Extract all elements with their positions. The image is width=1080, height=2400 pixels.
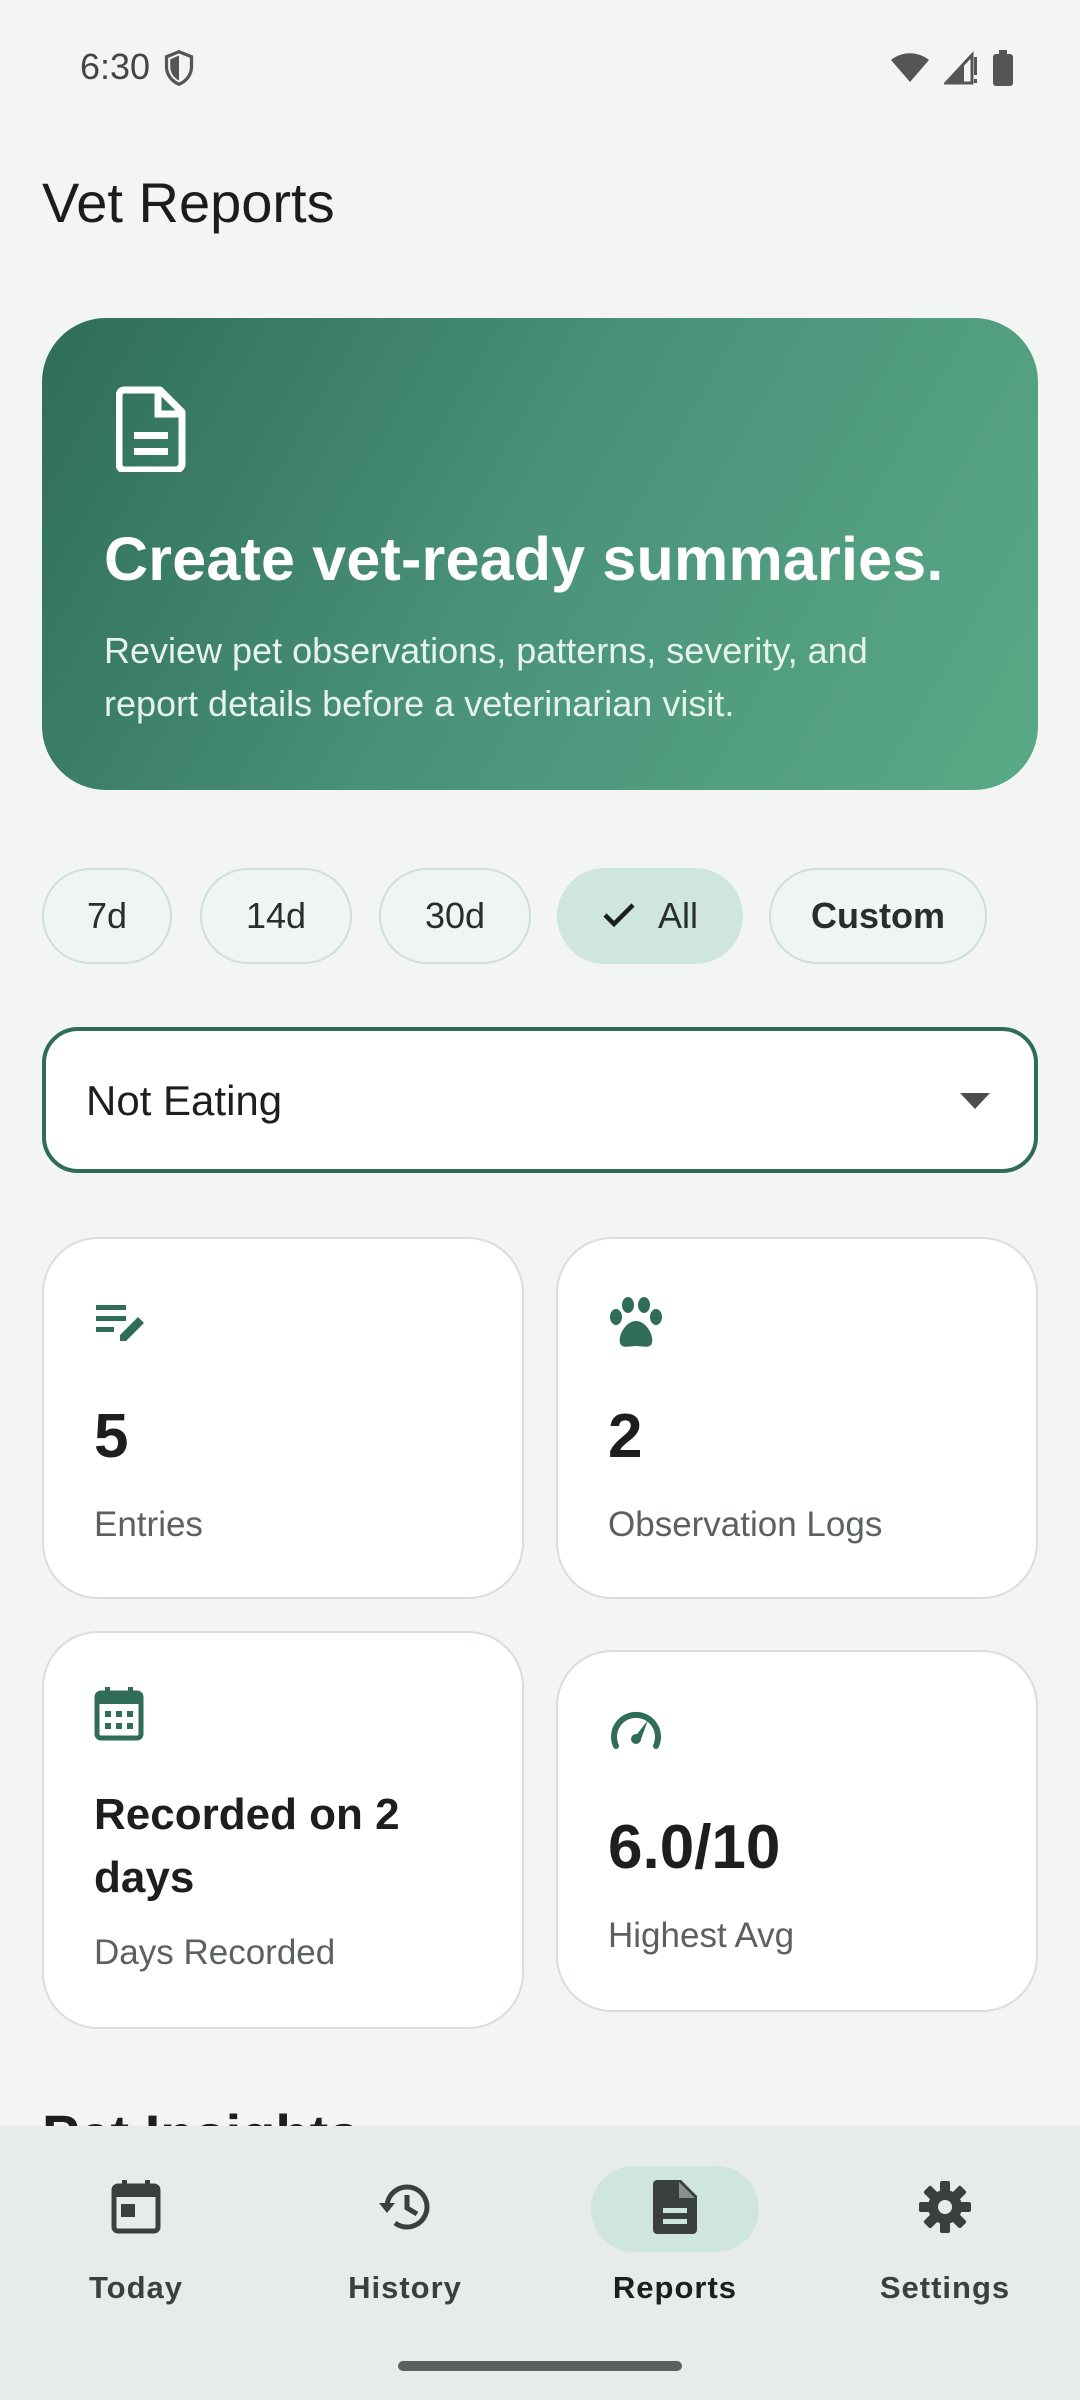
nav-item-reports[interactable]: Reports: [575, 2166, 775, 2306]
edit-notes-icon: [94, 1301, 148, 1352]
chip-label: Custom: [811, 895, 945, 936]
check-icon: [602, 895, 636, 937]
battery-icon: [992, 50, 1014, 91]
chip-7d[interactable]: 7d: [42, 868, 172, 964]
stat-card-entries: 5 Entries: [42, 1237, 524, 1599]
signal-icon: [942, 51, 978, 90]
gear-icon: [918, 2180, 972, 2239]
history-icon: [377, 2181, 433, 2238]
calendar-icon: [94, 1687, 144, 1746]
status-icons: [890, 50, 1014, 91]
stat-label: Days Recorded: [94, 1933, 336, 1972]
stat-value: 5: [94, 1402, 129, 1471]
stat-value: 2: [608, 1402, 643, 1471]
chip-label: 14d: [245, 895, 307, 936]
calendar-icon: [111, 2179, 161, 2239]
stat-card-highest-avg: 6.0/10 Highest Avg: [556, 1650, 1038, 2012]
stat-label: Entries: [94, 1505, 203, 1544]
document-icon: [115, 386, 188, 477]
nav-item-settings[interactable]: Settings: [845, 2166, 1045, 2306]
chip-label: 7d: [86, 895, 128, 936]
stat-value: Recorded on 2 days: [94, 1790, 400, 1902]
document-icon: [653, 2179, 697, 2239]
chip-label: 30d: [424, 895, 486, 936]
chip-30d[interactable]: 30d: [379, 868, 531, 964]
nav-label: Today: [89, 2270, 183, 2305]
chip-label: All: [657, 895, 698, 936]
home-indicator[interactable]: [398, 2361, 682, 2371]
chip-custom[interactable]: Custom: [769, 868, 987, 964]
stat-card-days-recorded: Recorded on 2 days Days Recorded: [42, 1631, 524, 2029]
shield-icon: [164, 49, 194, 91]
stat-label: Highest Avg: [608, 1916, 795, 1955]
caret-down-icon: [960, 1093, 990, 1114]
status-bar: 6:30: [0, 0, 1080, 130]
stat-value: 6.0/10: [608, 1813, 781, 1882]
nav-item-today[interactable]: Today: [36, 2166, 236, 2306]
nav-item-history[interactable]: History: [305, 2166, 505, 2306]
nav-label: Settings: [879, 2270, 1011, 2305]
speedometer-icon: [608, 1706, 664, 1755]
chip-14d[interactable]: 14d: [200, 868, 352, 964]
stat-label: Observation Logs: [608, 1505, 883, 1544]
stat-card-observation-logs: 2 Observation Logs: [556, 1237, 1038, 1599]
hero-title: Create vet-ready summaries.: [104, 525, 944, 593]
page-title: Vet Reports: [42, 171, 335, 234]
chip-all[interactable]: All: [557, 868, 743, 964]
nav-label: Reports: [612, 2270, 738, 2305]
status-time: 6:30: [80, 46, 151, 87]
hero-subtitle: Review pet observations, patterns, sever…: [104, 630, 868, 724]
nav-label: History: [348, 2270, 462, 2305]
hero-card: Create vet-ready summaries. Review pet o…: [42, 318, 1038, 790]
paw-icon: [608, 1297, 664, 1356]
wifi-icon: [890, 52, 930, 89]
symptom-dropdown[interactable]: Not Eating: [42, 1027, 1038, 1173]
bottom-nav: Today History Reports Settings: [0, 2126, 1080, 2400]
dropdown-value: Not Eating: [86, 1077, 283, 1124]
